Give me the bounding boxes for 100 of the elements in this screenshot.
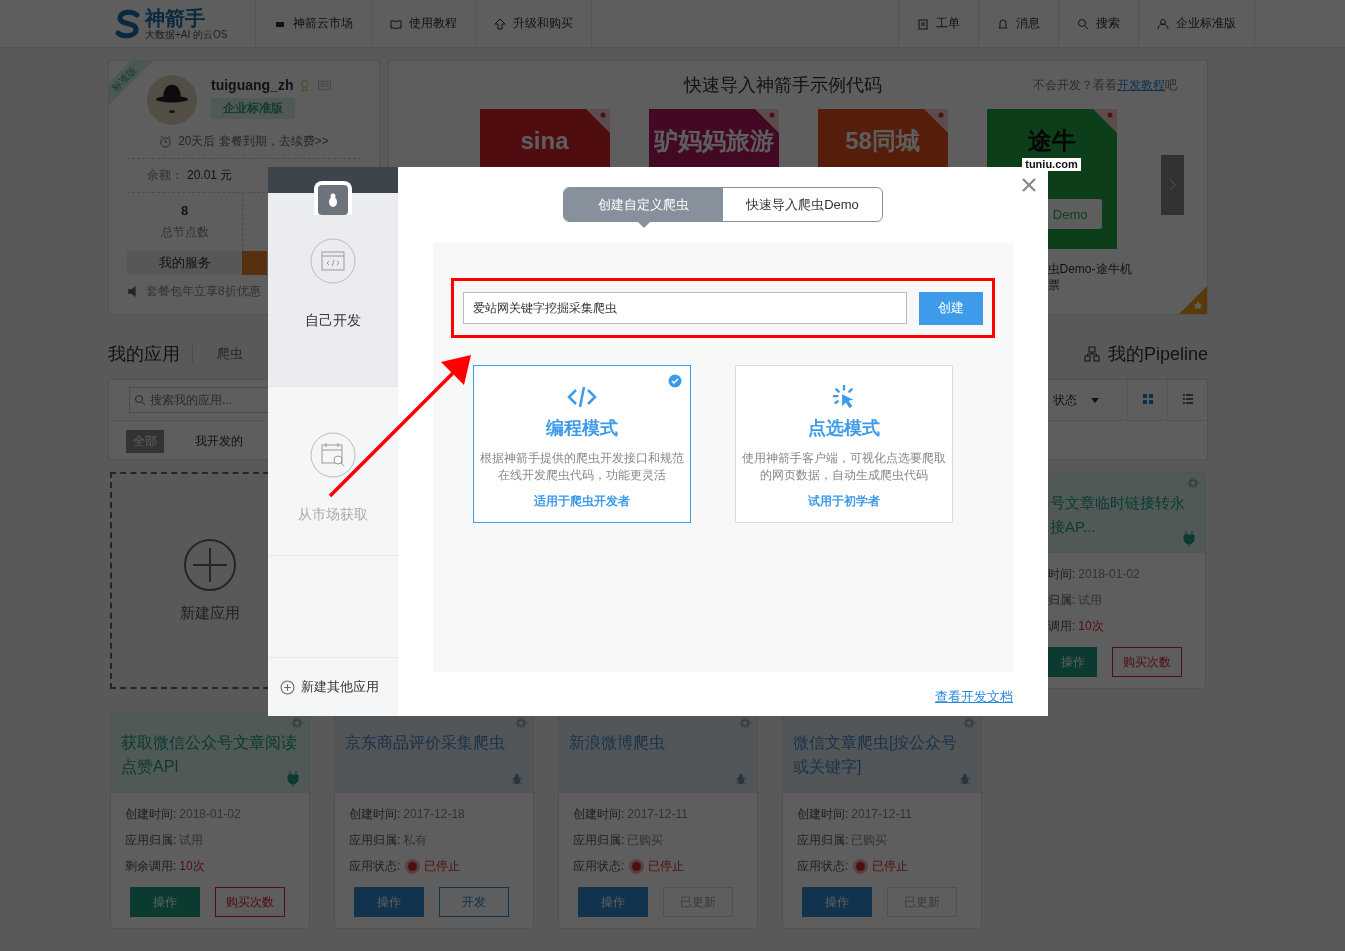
book-icon [390, 17, 402, 30]
check-icon [668, 374, 682, 388]
username: tuiguang_zh [211, 77, 294, 93]
showcase-title: 快速导入神箭手示例代码 [684, 74, 882, 97]
user-icon [1157, 17, 1169, 30]
gear-icon[interactable] [739, 717, 751, 729]
name-input[interactable]: 爱站网关键字挖掘采集爬虫 [463, 292, 907, 324]
my-services-button[interactable]: 我的服务 [127, 251, 242, 275]
mode-tab[interactable]: 快速导入爬虫Demo [723, 188, 882, 221]
filter-tab[interactable]: 我开发的 [188, 429, 250, 453]
nav-link[interactable]: 消息 [978, 0, 1058, 47]
tile-logo: 驴妈妈旅游 [653, 127, 774, 155]
search-icon [134, 394, 146, 406]
nav-link[interactable]: 升级和购买 [475, 0, 592, 47]
grid-icon [1141, 392, 1154, 405]
gear-icon[interactable] [515, 717, 527, 729]
mode-tab[interactable]: 创建自定义爬虫 [564, 188, 723, 221]
search-icon [1077, 17, 1089, 30]
section-title: 我的应用 [108, 343, 180, 366]
upload-icon [494, 17, 506, 30]
nav-link[interactable]: 企业标准版 [1138, 0, 1255, 47]
card-button[interactable]: 购买次数 [215, 887, 285, 917]
mode-description: 根据神箭手提供的爬虫开发接口和规范在线开发爬虫代码，功能更灵活 [480, 450, 684, 484]
info-label: 创建时间: [349, 805, 401, 823]
bug-icon [511, 771, 523, 787]
node-count: 8 [180, 203, 189, 218]
gear-icon[interactable] [963, 717, 975, 729]
calendar-search-icon [310, 432, 356, 478]
logo-icon [113, 8, 143, 39]
corner-fold [923, 109, 948, 133]
source-option[interactable]: 自己开发 [268, 193, 398, 387]
app-title[interactable]: 号文章临时链接转永 [1050, 491, 1203, 515]
mode-audience: 适用于爬虫开发者 [534, 493, 630, 510]
tile-logo: 途牛 [1027, 127, 1076, 155]
gear-icon[interactable] [291, 717, 303, 729]
mode-audience: 试用于初学者 [808, 493, 880, 510]
status-dot [632, 861, 642, 871]
balance-value: 20.01 元 [187, 167, 233, 184]
avatar [147, 75, 197, 125]
info-value: 10次 [1078, 617, 1104, 635]
info-value: 已停止 [648, 857, 685, 875]
caret-icon [1091, 397, 1099, 403]
alarm-clock-icon [159, 135, 173, 148]
card-button[interactable]: 开发 [439, 887, 509, 917]
info-label: 创建时间: [573, 805, 625, 823]
tile-logo: 58同城 [845, 127, 920, 155]
card-button[interactable]: 购买次数 [1112, 647, 1182, 677]
bug-icon [735, 771, 747, 787]
code-window-icon [310, 238, 356, 284]
pipeline-title: 我的Pipeline [1107, 343, 1208, 366]
info-value: 已停止 [424, 857, 461, 875]
tutorial-link[interactable]: 开发教程 [1117, 77, 1165, 92]
tile-logo: sina [520, 127, 569, 155]
corner-fold [1092, 109, 1117, 133]
plan-badge: 企业标准版 [211, 98, 295, 119]
info-label: 创建时间: [797, 805, 849, 823]
nav-link[interactable]: 搜索 [1058, 0, 1138, 47]
card-button[interactable]: 操作 [802, 887, 872, 917]
corner-fold [585, 109, 610, 133]
mode-card[interactable]: 点选模式 使用神箭手客户端，可视化点选要爬取的网页数据，自动生成爬虫代码 试用于初学者 [735, 365, 953, 523]
card-button[interactable]: 操作 [354, 887, 424, 917]
card-button[interactable]: 操作 [1048, 647, 1097, 677]
tile-caption: 虫Demo-途牛机票 [1047, 261, 1133, 293]
nav-link[interactable]: 神箭云市场 [255, 0, 371, 47]
service-button[interactable] [242, 251, 267, 275]
info-value: 已停止 [872, 857, 909, 875]
status-dropdown[interactable]: 状态 [1053, 380, 1127, 420]
create-button[interactable]: 创建 [919, 291, 983, 325]
info-label: 应用状态: [349, 857, 401, 875]
source-option[interactable]: 从市场获取 [268, 387, 398, 556]
mode-card[interactable]: 编程模式 根据神箭手提供的爬虫开发接口和规范在线开发爬虫代码，功能更灵活 适用于爬虫开发者 [473, 365, 691, 523]
code-icon [567, 384, 597, 410]
docs-link[interactable]: 查看开发文档 [935, 688, 1013, 706]
tile-domain: tuniu.com [1022, 158, 1081, 171]
status-dot [408, 861, 418, 871]
bug-icon [318, 185, 348, 215]
app-title[interactable]: 接AP... [1050, 515, 1203, 539]
mode-description: 使用神箭手客户端，可视化点选要爬取的网页数据，自动生成爬虫代码 [742, 450, 946, 484]
nav-link[interactable]: 使用教程 [371, 0, 475, 47]
hierarchy-icon [1083, 346, 1100, 362]
id-card-icon [318, 78, 332, 92]
plus-circle-icon [280, 679, 295, 695]
mode-title: 编程模式 [546, 417, 618, 440]
info-label: 调用: [1048, 617, 1076, 635]
plug-icon [1183, 531, 1195, 547]
close-icon[interactable] [1021, 177, 1037, 193]
logo-name: 神箭手 [145, 7, 206, 28]
status-dot [856, 861, 866, 871]
info-label: 应用状态: [573, 857, 625, 875]
list-icon [1181, 392, 1194, 405]
mode-title: 点选模式 [808, 417, 880, 440]
plug-icon [287, 771, 299, 787]
info-label: 创建时间: [125, 805, 177, 823]
info-label: 应用状态: [797, 857, 849, 875]
clipboard-icon [917, 17, 929, 30]
card-button[interactable]: 操作 [578, 887, 648, 917]
bug-icon [959, 771, 971, 787]
nav-link[interactable]: 工单 [898, 0, 978, 47]
gear-icon[interactable] [1187, 477, 1199, 489]
card-button[interactable]: 操作 [130, 887, 200, 917]
